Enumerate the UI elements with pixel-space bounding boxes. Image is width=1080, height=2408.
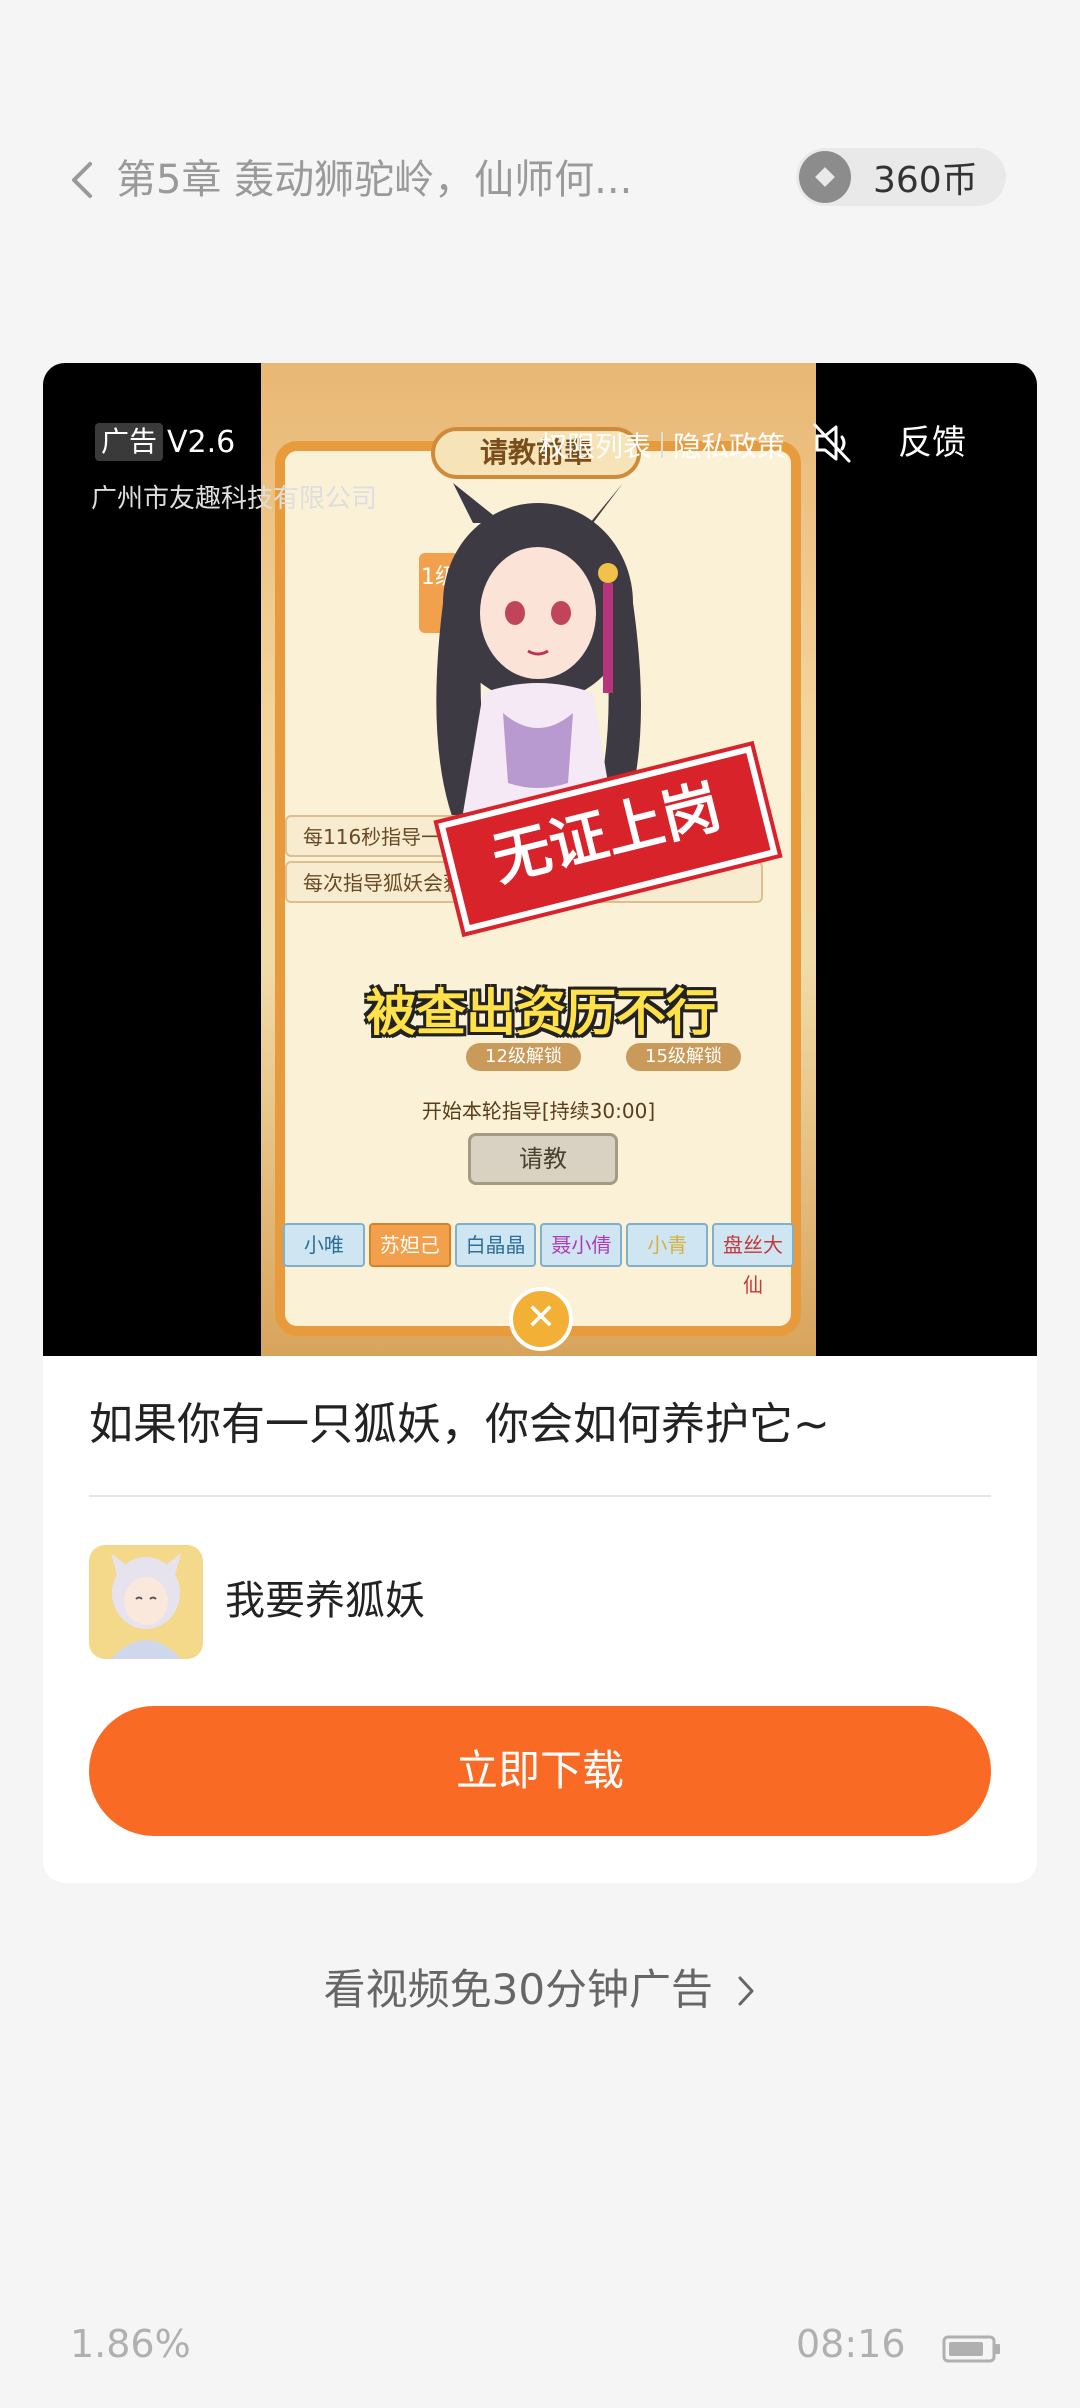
link-separator — [661, 432, 664, 458]
feedback-button[interactable]: 反馈 — [898, 421, 966, 465]
app-name: 我要养狐妖 — [225, 1578, 425, 1624]
ad-video[interactable]: 请教前辈 1级 每116秒指导一次 每次指导狐妖会获 无证上岗 被查出资历不行 — [43, 363, 1037, 1356]
game-tabs: 小唯 苏妲己 白晶晶 聂小倩 小青 盘丝大仙 — [281, 1223, 796, 1297]
game-tab: 白晶晶 — [454, 1223, 537, 1267]
coin-icon — [799, 151, 851, 203]
game-tab: 盘丝大仙 — [712, 1223, 794, 1297]
chapter-title: 第5章 轰动狮驼岭，仙师何... — [116, 157, 633, 203]
ad-version: V2.6 — [167, 425, 236, 460]
mute-icon — [813, 423, 851, 463]
mute-button[interactable] — [811, 419, 855, 467]
ad-description: 如果你有一只狐妖，你会如何养护它~ — [89, 1399, 830, 1450]
game-consult-button: 请教 — [468, 1133, 618, 1185]
app-icon[interactable] — [89, 1545, 203, 1659]
watch-video-link[interactable]: 看视频免30分钟广告 — [0, 1960, 1080, 2020]
coin-balance[interactable]: 360币 — [796, 148, 1006, 206]
coin-amount: 360币 — [873, 160, 978, 201]
game-tab: 聂小倩 — [540, 1223, 623, 1267]
unlock-tags: 12级解锁 15级解锁 — [466, 1043, 766, 1071]
ad-card: 请教前辈 1级 每116秒指导一次 每次指导狐妖会获 无证上岗 被查出资历不行 — [43, 363, 1037, 1883]
top-bar: 第5章 轰动狮驼岭，仙师何... 360币 — [0, 140, 1080, 220]
game-close-icon: ✕ — [509, 1287, 573, 1351]
game-tab: 小青 — [626, 1223, 709, 1267]
game-tab: 小唯 — [283, 1223, 365, 1267]
divider — [89, 1495, 991, 1497]
chevron-right-icon — [738, 1976, 754, 2006]
advertiser-name: 广州市友趣科技有限公司 — [91, 484, 378, 514]
game-tab: 苏妲己 — [368, 1223, 451, 1267]
game-start-text: 开始本轮指导[持续30:00] — [421, 1099, 656, 1123]
privacy-link[interactable]: 隐私政策 — [673, 425, 785, 465]
back-button[interactable] — [60, 156, 104, 204]
battery-icon — [942, 2335, 1000, 2363]
permissions-link[interactable]: 权限列表 — [539, 425, 651, 465]
ad-badge: 广告 — [95, 423, 164, 461]
watch-video-label: 看视频免30分钟广告 — [323, 1965, 714, 2014]
unlock-tag-15: 15级解锁 — [626, 1043, 741, 1071]
clock: 08:16 — [796, 2322, 906, 2366]
chevron-left-icon — [72, 162, 92, 198]
reading-progress: 1.86% — [70, 2322, 191, 2366]
video-caption: 被查出资历不行 — [366, 984, 716, 1042]
unlock-tag-12: 12级解锁 — [466, 1043, 581, 1071]
ad-links: 权限列表 隐私政策 — [539, 425, 785, 465]
download-button[interactable]: 立即下载 — [89, 1706, 991, 1836]
